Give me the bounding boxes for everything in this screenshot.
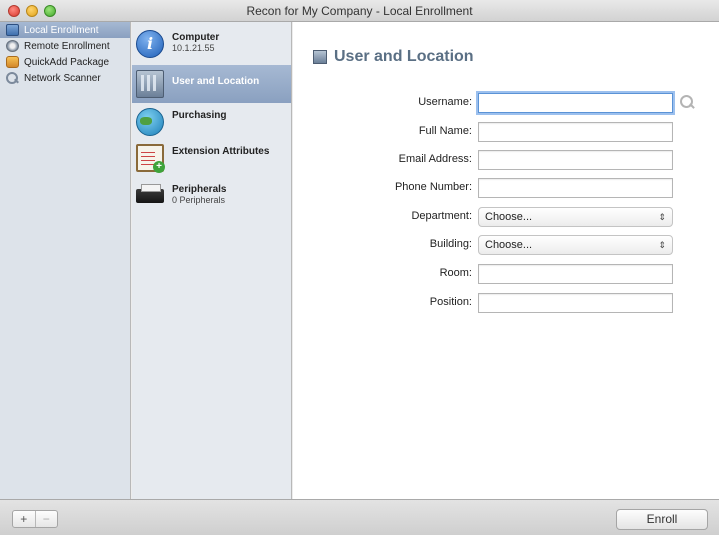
phone-row: Phone Number: bbox=[293, 178, 719, 198]
building-select[interactable]: Choose... ⇕ bbox=[478, 235, 673, 255]
department-label: Department: bbox=[411, 210, 472, 222]
detail-pane: User and Location Username: Full Name: E… bbox=[293, 22, 719, 499]
sidebar-item-network-scanner[interactable]: Network Scanner bbox=[0, 70, 130, 86]
sidebar-item-local-enrollment[interactable]: Local Enrollment bbox=[0, 22, 130, 38]
info-icon: i bbox=[136, 30, 164, 58]
sidebar-item-label: Remote Enrollment bbox=[24, 40, 110, 52]
position-field[interactable] bbox=[478, 293, 673, 313]
category-label: Extension Attributes bbox=[172, 146, 270, 157]
sidebar-item-label: Network Scanner bbox=[24, 72, 101, 84]
printer-icon bbox=[136, 184, 164, 203]
username-row: Username: bbox=[293, 93, 719, 113]
recon-window: Recon for My Company - Local Enrollment … bbox=[0, 0, 719, 535]
department-select[interactable]: Choose... ⇕ bbox=[478, 207, 673, 227]
category-user-and-location[interactable]: User and Location bbox=[132, 65, 291, 103]
title-bar: Recon for My Company - Local Enrollment bbox=[0, 0, 719, 22]
sidebar-item-label: QuickAdd Package bbox=[24, 56, 110, 68]
room-label: Room: bbox=[439, 267, 472, 279]
username-field[interactable] bbox=[478, 93, 673, 113]
phone-field[interactable] bbox=[478, 178, 673, 198]
department-value: Choose... bbox=[485, 211, 533, 223]
email-field[interactable] bbox=[478, 150, 673, 170]
category-panel: i Computer 10.1.21.55 User and Location … bbox=[132, 22, 292, 499]
phone-label: Phone Number: bbox=[394, 181, 472, 193]
category-label: Peripherals bbox=[172, 184, 227, 195]
category-peripherals[interactable]: Peripherals 0 Peripherals bbox=[132, 182, 291, 216]
add-button[interactable]: + bbox=[13, 511, 35, 527]
building-icon bbox=[136, 70, 164, 98]
building-icon bbox=[313, 50, 327, 64]
category-purchasing[interactable]: Purchasing bbox=[132, 108, 291, 142]
room-row: Room: bbox=[293, 264, 719, 284]
monitor-icon bbox=[6, 24, 19, 36]
category-label: Purchasing bbox=[172, 110, 227, 121]
sidebar-item-quickadd-package[interactable]: QuickAdd Package bbox=[0, 54, 130, 70]
page-title: User and Location bbox=[334, 48, 474, 65]
clipboard-icon bbox=[136, 144, 165, 173]
category-label: Computer bbox=[172, 32, 220, 43]
page-heading: User and Location bbox=[313, 48, 474, 66]
updown-arrow-icon: ⇕ bbox=[658, 240, 666, 250]
add-remove-control: + − bbox=[12, 510, 58, 528]
email-row: Email Address: bbox=[293, 150, 719, 170]
remove-button[interactable]: − bbox=[34, 511, 58, 527]
category-label: User and Location bbox=[172, 76, 260, 87]
scanner-icon bbox=[6, 72, 19, 84]
sidebar-item-remote-enrollment[interactable]: Remote Enrollment bbox=[0, 38, 130, 54]
updown-arrow-icon: ⇕ bbox=[658, 212, 666, 222]
building-value: Choose... bbox=[485, 239, 533, 251]
building-row: Building: Choose... ⇕ bbox=[293, 235, 719, 255]
department-row: Department: Choose... ⇕ bbox=[293, 207, 719, 227]
search-icon[interactable] bbox=[680, 95, 695, 110]
bottom-toolbar: + − Enroll bbox=[0, 499, 719, 535]
full-name-field[interactable] bbox=[478, 122, 673, 142]
remote-icon bbox=[6, 40, 19, 52]
position-row: Position: bbox=[293, 293, 719, 313]
sidebar-item-label: Local Enrollment bbox=[24, 24, 99, 36]
username-label: Username: bbox=[418, 96, 472, 108]
building-label: Building: bbox=[429, 238, 472, 250]
category-sublabel: 0 Peripherals bbox=[172, 195, 226, 205]
window-title: Recon for My Company - Local Enrollment bbox=[246, 4, 473, 18]
category-computer[interactable]: i Computer 10.1.21.55 bbox=[132, 30, 291, 62]
position-label: Position: bbox=[429, 296, 472, 308]
globe-icon bbox=[136, 108, 164, 136]
full-name-label: Full Name: bbox=[418, 125, 472, 137]
enroll-button[interactable]: Enroll bbox=[616, 509, 708, 530]
package-icon bbox=[6, 56, 19, 68]
full-name-row: Full Name: bbox=[293, 122, 719, 142]
category-extension-attributes[interactable]: Extension Attributes bbox=[132, 144, 291, 178]
room-field[interactable] bbox=[478, 264, 673, 284]
email-label: Email Address: bbox=[398, 153, 472, 165]
source-list-sidebar: Local Enrollment Remote Enrollment Quick… bbox=[0, 22, 131, 499]
category-sublabel: 10.1.21.55 bbox=[172, 43, 215, 53]
